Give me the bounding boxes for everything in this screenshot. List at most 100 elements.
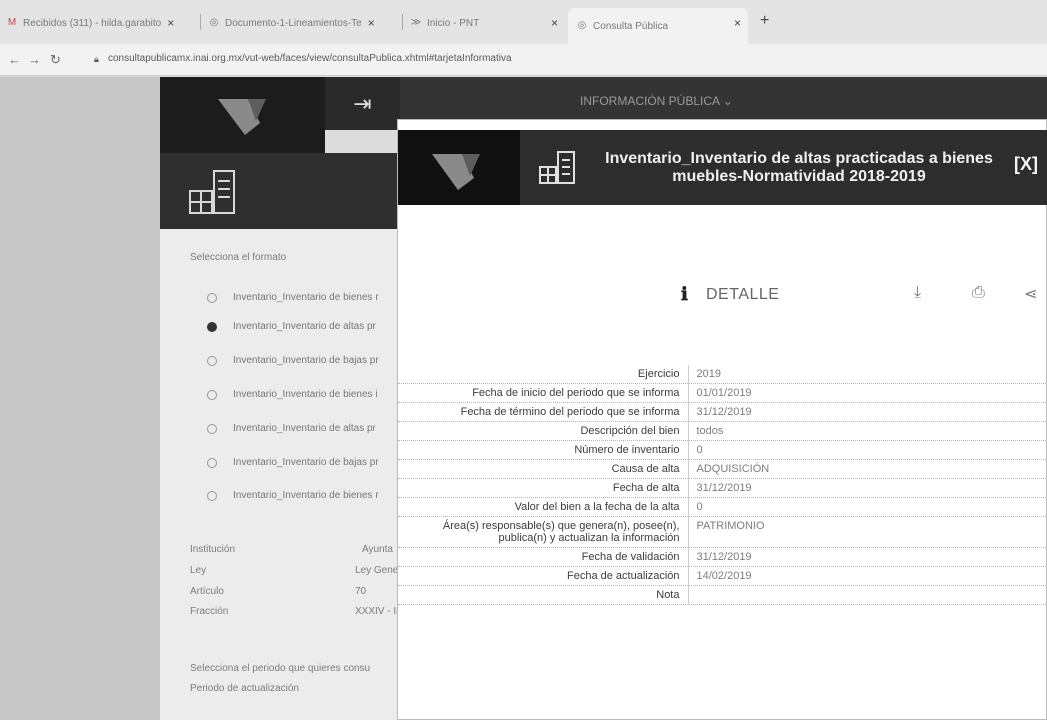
login-icon[interactable]: ⇥ bbox=[325, 77, 400, 130]
inai-logo-icon bbox=[432, 154, 480, 190]
detail-value: todos bbox=[688, 421, 1047, 441]
screen: M Recibidos (311) - hilda.garabito × ◎ D… bbox=[0, 0, 1047, 720]
detail-key: Fecha de término del periodo que se info… bbox=[398, 402, 689, 422]
share-icon[interactable]: ⋖ bbox=[1024, 284, 1037, 304]
format-radio-3[interactable] bbox=[207, 356, 217, 366]
format-option-label: Inventario_Inventario de altas pr bbox=[233, 423, 376, 434]
detail-row: Fecha de alta 31/12/2019 bbox=[398, 478, 1047, 498]
globe-icon: ◎ bbox=[577, 20, 587, 31]
inai-logo-icon bbox=[218, 99, 266, 135]
detail-modal: Inventario_Inventario de altas practicad… bbox=[397, 119, 1047, 720]
detail-row: Causa de alta ADQUISICIÓN bbox=[398, 459, 1047, 479]
close-tab-icon[interactable]: × bbox=[368, 16, 375, 30]
detail-key: Ejercicio bbox=[398, 365, 689, 384]
detail-heading: DETALLE bbox=[706, 286, 780, 303]
format-option-label: Inventario_Inventario de bienes i bbox=[233, 389, 378, 400]
back-icon[interactable]: ← bbox=[8, 52, 21, 67]
detail-row: Número de inventario 0 bbox=[398, 440, 1047, 460]
format-radio-4[interactable] bbox=[207, 390, 217, 400]
meta-value: Ayunta bbox=[362, 544, 393, 555]
meta-value: Ley Gene bbox=[355, 565, 399, 576]
page-gutter bbox=[0, 77, 160, 720]
meta-key: Institución bbox=[190, 544, 236, 555]
nav-label: INFORMACIÓN PÚBLICA bbox=[580, 94, 720, 108]
format-option-label: Inventario_Inventario de altas pr bbox=[233, 321, 376, 332]
detail-row: Fecha de validación 31/12/2019 bbox=[398, 547, 1047, 567]
detail-value: 14/02/2019 bbox=[688, 566, 1047, 586]
detail-key: Nota bbox=[398, 585, 689, 605]
forward-icon[interactable]: → bbox=[28, 52, 41, 67]
modal-title: Inventario_Inventario de altas practicad… bbox=[605, 150, 993, 185]
detail-key: Fecha de alta bbox=[398, 478, 689, 498]
detail-row: Fecha de inicio del periodo que se infor… bbox=[398, 383, 1047, 403]
detail-value: ADQUISICIÓN bbox=[688, 459, 1047, 479]
nav-informacion-publica[interactable]: INFORMACIÓN PÚBLICA ⌄ bbox=[580, 94, 733, 108]
tab-consulta-publica[interactable]: ◎ Consulta Pública bbox=[568, 8, 748, 44]
pnt-icon: ≫ bbox=[410, 17, 422, 28]
format-radio-2[interactable] bbox=[207, 322, 217, 332]
detail-row: Fecha de término del periodo que se info… bbox=[398, 402, 1047, 422]
tab-documento[interactable]: ◎ Documento-1-Lineamientos-Te × bbox=[208, 10, 398, 36]
detail-row: Nota bbox=[398, 585, 1047, 605]
download-icon[interactable]: ⤓ bbox=[914, 284, 921, 302]
detail-row: Área(s) responsable(s) que genera(n), po… bbox=[398, 516, 1047, 548]
select-format-label: Selecciona el formato bbox=[190, 252, 287, 263]
tab-label: Documento-1-Lineamientos-Te bbox=[225, 17, 362, 29]
detail-toolbar: ℹ DETALLE ⤓ ⎙ ⋖ bbox=[398, 280, 1047, 310]
detail-key: Número de inventario bbox=[398, 440, 689, 460]
meta-value: XXXIV - In bbox=[355, 606, 402, 617]
info-icon: ℹ bbox=[681, 284, 688, 304]
tab-label: Recibidos (311) - hilda.garabito bbox=[23, 17, 162, 29]
detail-key: Fecha de inicio del periodo que se infor… bbox=[398, 383, 689, 403]
format-option-label: Inventario_Inventario de bienes r bbox=[233, 490, 379, 501]
tab-gmail[interactable]: M Recibidos (311) - hilda.garabito × bbox=[6, 10, 196, 36]
meta-key: Fracción bbox=[190, 606, 229, 617]
modal-header: Inventario_Inventario de altas practicad… bbox=[398, 130, 1047, 205]
close-tab-pnt[interactable]: × bbox=[545, 10, 558, 36]
browser-tab-strip: M Recibidos (311) - hilda.garabito × ◎ D… bbox=[0, 0, 1047, 44]
detail-value: 31/12/2019 bbox=[688, 478, 1047, 498]
meta-value: 70 bbox=[355, 586, 367, 597]
detail-table: Ejercicio 2019 Fecha de inicio del periodo… bbox=[398, 365, 1047, 605]
format-radio-5[interactable] bbox=[207, 424, 217, 434]
detail-row: Descripción del bien todos bbox=[398, 421, 1047, 441]
detail-row: Ejercicio 2019 bbox=[398, 365, 1047, 384]
reload-icon[interactable]: ↻ bbox=[50, 52, 61, 68]
format-option-label: Inventario_Inventario de bajas pr bbox=[233, 355, 379, 366]
site-logo[interactable] bbox=[160, 77, 325, 153]
modal-logo bbox=[398, 130, 520, 205]
detail-key: Fecha de validación bbox=[398, 547, 689, 567]
tab-separator bbox=[402, 14, 403, 30]
close-tab-consulta[interactable]: × bbox=[728, 10, 741, 36]
detail-value: 31/12/2019 bbox=[688, 547, 1047, 567]
format-radio-6[interactable] bbox=[207, 458, 217, 468]
url-field[interactable]: consultapublicamx.inai.org.mx/vut-web/fa… bbox=[108, 53, 512, 64]
gmail-icon: M bbox=[7, 17, 17, 28]
close-tab-icon[interactable]: × bbox=[167, 16, 174, 30]
tab-pnt[interactable]: ≫ Inicio - PNT bbox=[410, 10, 550, 36]
format-radio-1[interactable] bbox=[207, 293, 217, 303]
print-icon[interactable]: ⎙ bbox=[972, 284, 985, 302]
new-tab-icon[interactable]: + bbox=[760, 12, 769, 30]
detail-key: Valor del bien a la fecha de la alta bbox=[398, 497, 689, 517]
detail-value: 31/12/2019 bbox=[688, 402, 1047, 422]
detail-key: Causa de alta bbox=[398, 459, 689, 479]
chevron-down-icon: ⌄ bbox=[722, 94, 733, 108]
detail-value: 0 bbox=[688, 440, 1047, 460]
meta-key: Ley bbox=[190, 565, 207, 576]
tab-label: Inicio - PNT bbox=[427, 17, 480, 29]
detail-value: PATRIMONIO bbox=[688, 516, 1047, 548]
format-radio-7[interactable] bbox=[207, 491, 217, 501]
detail-row: Valor del bien a la fecha de la alta 0 bbox=[398, 497, 1047, 517]
format-banner bbox=[160, 153, 400, 229]
detail-key: Fecha de actualización bbox=[398, 566, 689, 586]
format-option-label: Inventario_Inventario de bajas pr bbox=[233, 457, 379, 468]
period-prompt: Selecciona el periodo que quieres consu bbox=[190, 663, 371, 674]
detail-value: 0 bbox=[688, 497, 1047, 517]
table-document-icon bbox=[538, 150, 582, 191]
address-bar: ← → ↻ 🔒︎ consultapublicamx.inai.org.mx/v… bbox=[0, 44, 1047, 76]
meta-key: Artículo bbox=[190, 586, 224, 597]
format-option-label: Inventario_Inventario de bienes r bbox=[233, 292, 379, 303]
lock-icon: 🔒︎ bbox=[94, 54, 99, 64]
close-button[interactable]: [X] bbox=[1014, 154, 1038, 175]
